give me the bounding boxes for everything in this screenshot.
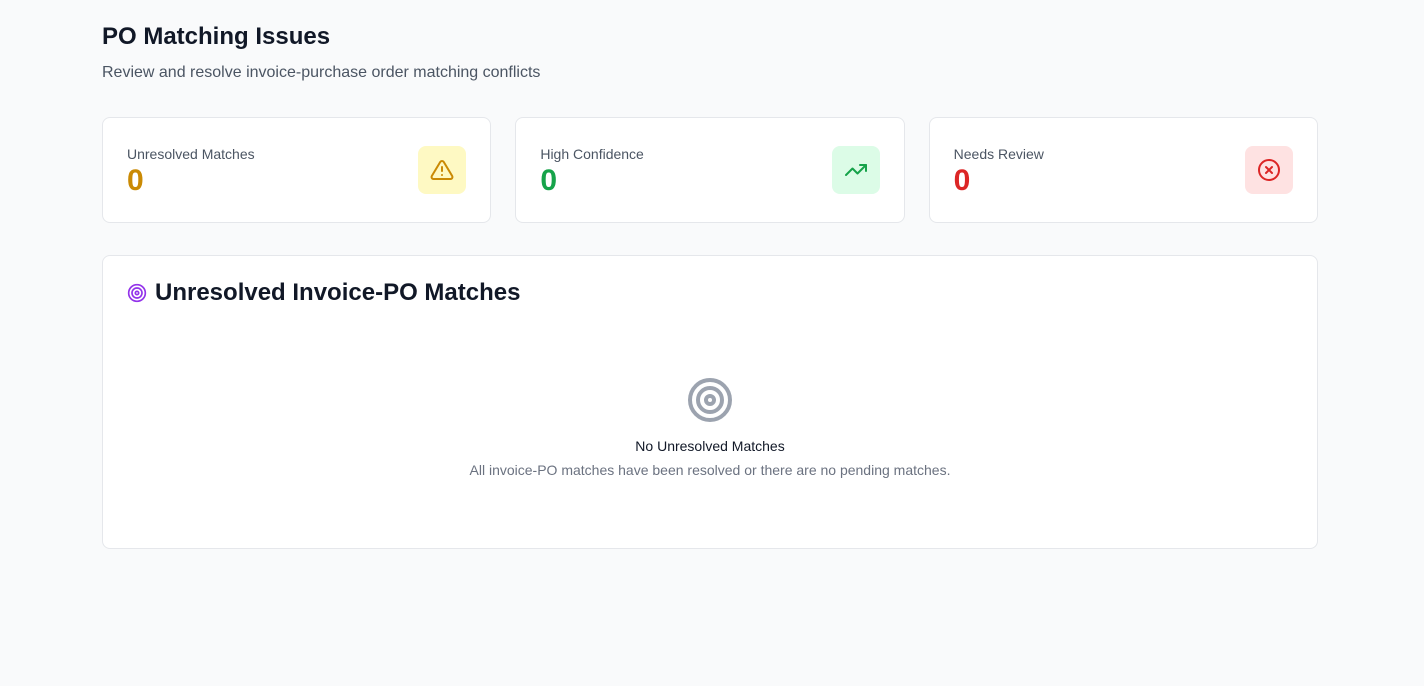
stat-value: 0 bbox=[127, 164, 144, 197]
stat-value: 0 bbox=[540, 164, 558, 197]
empty-state-description: All invoice-PO matches have been resolve… bbox=[469, 462, 951, 478]
stat-label: Unresolved Matches bbox=[127, 146, 255, 162]
target-icon bbox=[686, 376, 734, 424]
page: PO Matching Issues Review and resolve in… bbox=[0, 0, 1424, 686]
panel-header: Unresolved Invoice-PO Matches bbox=[127, 279, 520, 307]
empty-state: No Unresolved Matches All invoice-PO mat… bbox=[103, 376, 1317, 479]
stat-card-unresolved: Unresolved Matches 0 bbox=[102, 117, 492, 223]
stat-value: 0 bbox=[953, 164, 971, 197]
stat-card-needs-review: Needs Review 0 bbox=[928, 117, 1318, 223]
empty-state-title: No Unresolved Matches bbox=[635, 438, 785, 454]
warning-triangle-icon bbox=[418, 146, 467, 194]
stat-label: Needs Review bbox=[953, 146, 1044, 162]
page-header: PO Matching Issues Review and resolve in… bbox=[102, 22, 540, 84]
stat-card-high-confidence: High Confidence 0 bbox=[515, 117, 905, 223]
panel-title: Unresolved Invoice-PO Matches bbox=[155, 279, 521, 306]
target-icon bbox=[127, 283, 147, 303]
x-circle-icon bbox=[1244, 146, 1293, 194]
unresolved-matches-panel: Unresolved Invoice-PO Matches No Unresol… bbox=[102, 255, 1318, 549]
trending-up-icon bbox=[831, 146, 880, 194]
page-subtitle: Review and resolve invoice-purchase orde… bbox=[102, 64, 541, 81]
page-title: PO Matching Issues bbox=[102, 23, 331, 50]
stat-label: High Confidence bbox=[540, 146, 644, 162]
stats-row: Unresolved Matches 0 High Confidence 0 N… bbox=[102, 117, 1318, 223]
